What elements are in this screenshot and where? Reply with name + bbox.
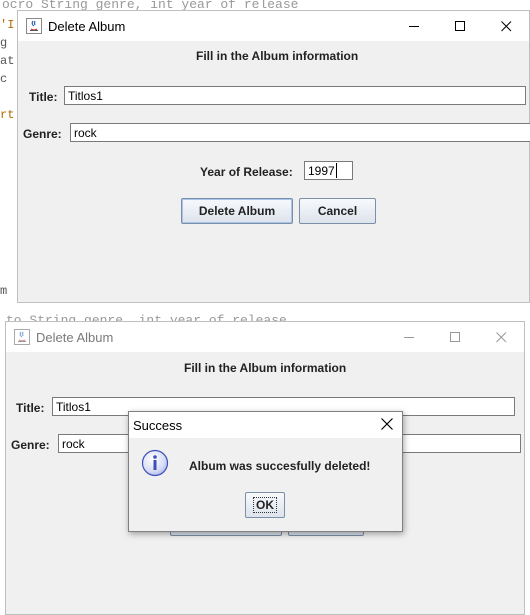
margin-char: 'I (0, 18, 15, 32)
success-dialog: Success Album was succesfully deleted! O… (128, 411, 403, 532)
genre-field[interactable] (70, 123, 530, 142)
maximize-icon (454, 20, 465, 31)
delete-album-button[interactable]: Delete Album (181, 198, 293, 224)
maximize-button[interactable] (437, 11, 483, 41)
close-icon (495, 331, 506, 342)
title-bar[interactable]: Delete Album (18, 11, 529, 41)
dialog-close-button[interactable] (380, 417, 394, 436)
title-label: Title: (16, 401, 45, 415)
margin-char: rt (0, 108, 15, 122)
close-button[interactable] (483, 11, 529, 41)
window-title: Delete Album (48, 18, 126, 34)
caption-buttons (391, 11, 529, 41)
close-button[interactable] (478, 322, 524, 352)
margin-char: g (0, 36, 8, 50)
delete-album-window-active: Delete Album Fill in the Album informati… (17, 10, 530, 303)
minimize-button[interactable] (386, 322, 432, 352)
caption-buttons (386, 322, 524, 352)
window-title: Delete Album (36, 329, 114, 345)
margin-char (0, 88, 18, 106)
text-caret (336, 163, 337, 178)
year-label: Year of Release: (200, 165, 293, 179)
cancel-button[interactable]: Cancel (299, 198, 376, 224)
java-app-icon (14, 329, 30, 345)
minimize-icon (408, 25, 419, 27)
form-heading: Fill in the Album information (184, 361, 347, 375)
form-heading: Fill in the Album information (196, 49, 359, 63)
margin-char: at (0, 54, 15, 68)
close-icon (500, 20, 511, 31)
background-code-margin-bottom: m (0, 282, 18, 300)
ok-label: OK (253, 497, 277, 513)
dialog-title-bar[interactable]: Success (129, 412, 402, 438)
background-code-margin: 'I g at c rt (0, 16, 18, 124)
maximize-icon (449, 331, 460, 342)
title-field[interactable] (64, 86, 526, 105)
title-label: Title: (29, 90, 58, 104)
maximize-button[interactable] (432, 322, 478, 352)
dialog-message: Album was succesfully deleted! (189, 459, 371, 473)
genre-label: Genre: (11, 438, 50, 452)
year-field[interactable] (304, 161, 353, 180)
dialog-title: Success (133, 418, 183, 433)
minimize-button[interactable] (391, 11, 437, 41)
close-icon (381, 418, 393, 430)
title-bar[interactable]: Delete Album (6, 322, 524, 352)
margin-char: m (0, 284, 8, 298)
java-app-icon (26, 18, 42, 34)
margin-char: c (0, 72, 8, 86)
minimize-icon (403, 336, 414, 338)
info-icon (141, 449, 169, 477)
genre-label: Genre: (23, 127, 62, 141)
ok-button[interactable]: OK (245, 492, 285, 518)
